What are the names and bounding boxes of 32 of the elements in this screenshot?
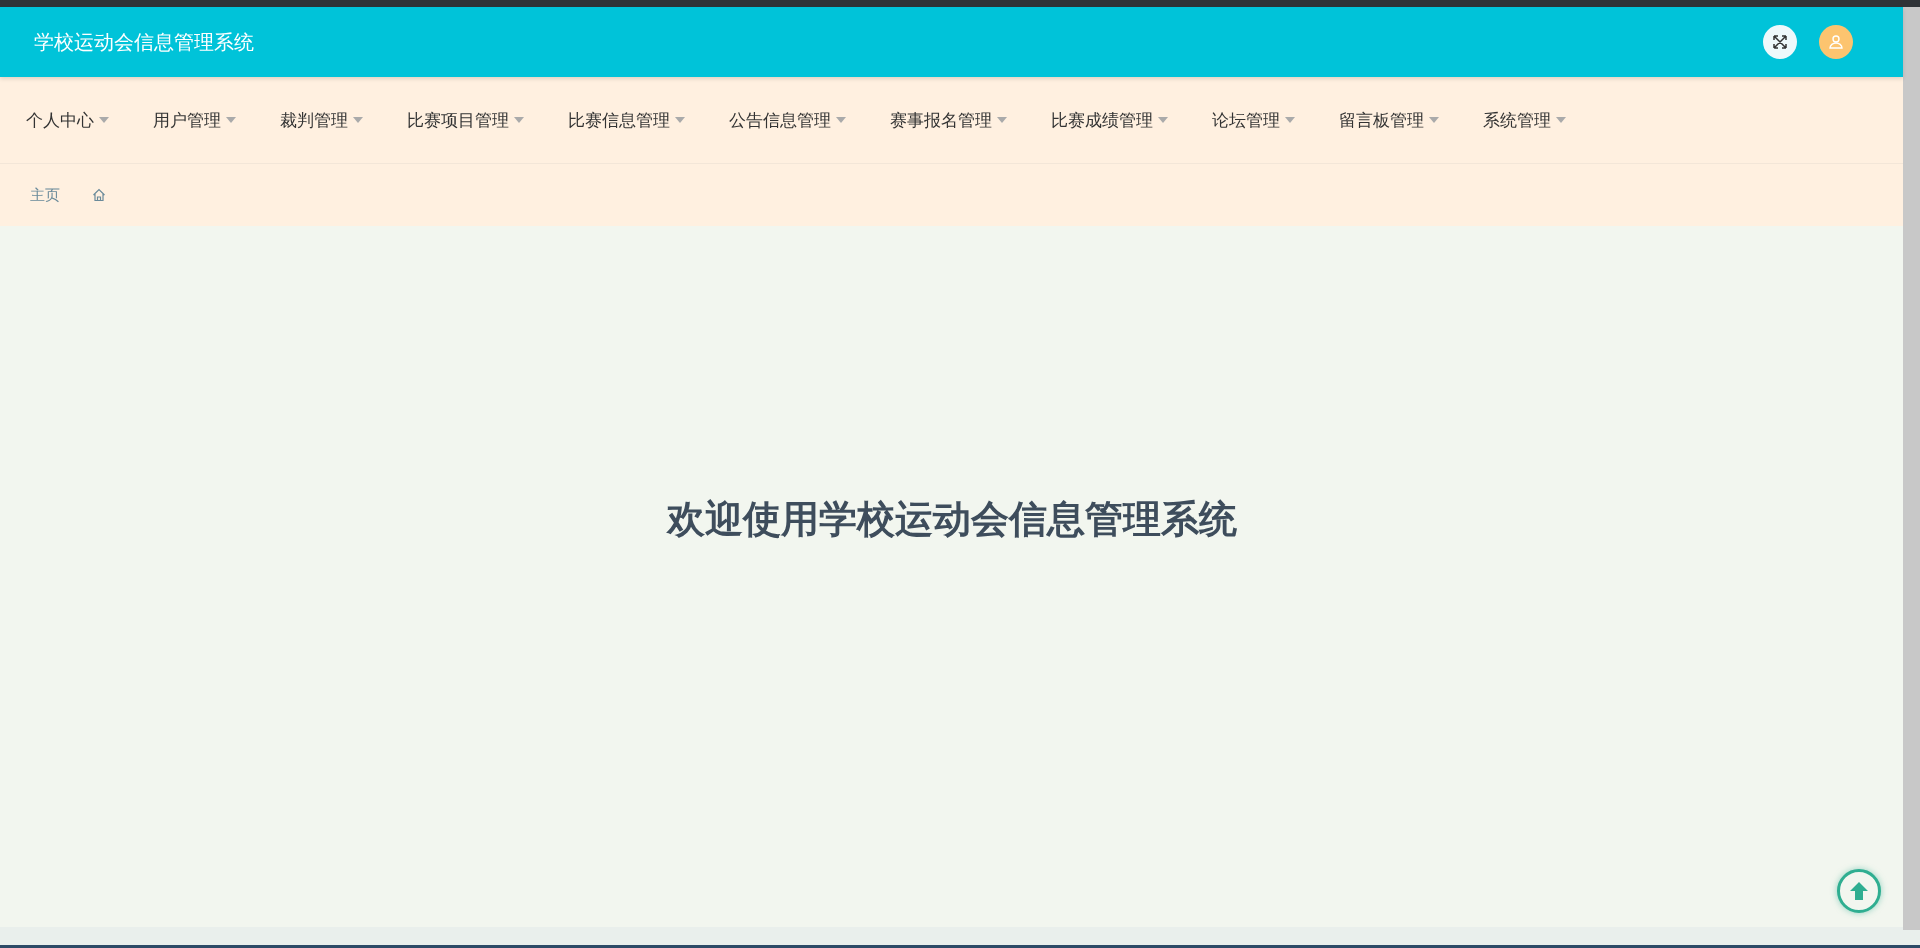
caret-icon — [99, 117, 109, 123]
caret-icon — [675, 117, 685, 123]
menu-item[interactable]: 公告信息管理 — [729, 108, 846, 132]
caret-icon — [836, 117, 846, 123]
scrollbar[interactable] — [1903, 7, 1920, 930]
caret-icon — [997, 117, 1007, 123]
user-icon — [1828, 34, 1844, 50]
caret-icon — [1556, 117, 1566, 123]
menu-item[interactable]: 比赛信息管理 — [568, 108, 685, 132]
back-to-top-button[interactable] — [1837, 869, 1881, 913]
site-title: 学校运动会信息管理系统 — [34, 28, 254, 56]
menu-item[interactable]: 裁判管理 — [280, 108, 363, 132]
expand-arrows-icon — [1772, 34, 1788, 50]
up-arrow-icon — [1848, 880, 1870, 902]
menu-item[interactable]: 系统管理 — [1483, 108, 1566, 132]
fullscreen-button[interactable] — [1763, 25, 1797, 59]
caret-icon — [514, 117, 524, 123]
menu-item[interactable]: 比赛项目管理 — [407, 108, 524, 132]
menu-item[interactable]: 赛事报名管理 — [890, 108, 1007, 132]
caret-icon — [226, 117, 236, 123]
caret-icon — [1158, 117, 1168, 123]
caret-icon — [1285, 117, 1295, 123]
avatar-button[interactable] — [1819, 25, 1853, 59]
caret-icon — [353, 117, 363, 123]
menu-item[interactable]: 用户管理 — [153, 108, 236, 132]
welcome-heading: 欢迎使用学校运动会信息管理系统 — [666, 496, 1237, 543]
menu-item[interactable]: 论坛管理 — [1212, 108, 1295, 132]
menu-item[interactable]: 个人中心 — [26, 108, 109, 132]
menu-item[interactable]: 比赛成绩管理 — [1051, 108, 1168, 132]
caret-icon — [1429, 117, 1439, 123]
home-icon[interactable] — [92, 188, 106, 202]
menu-item[interactable]: 留言板管理 — [1339, 108, 1439, 132]
